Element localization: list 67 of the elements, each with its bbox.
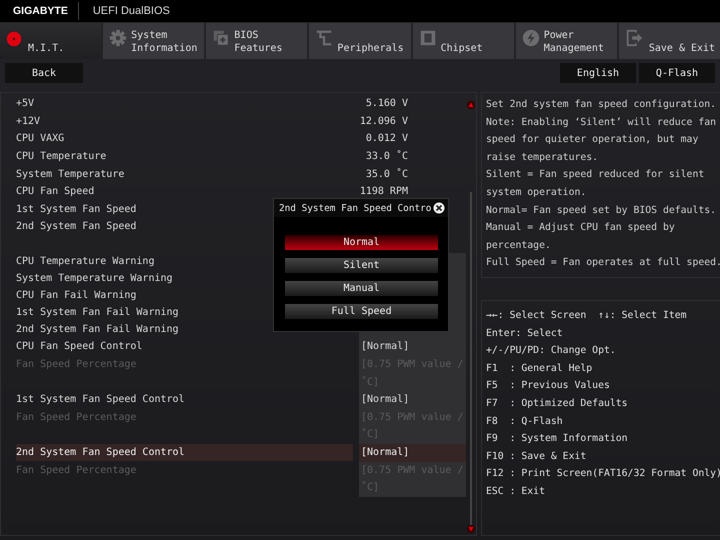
popup-title: 2nd System Fan Speed Contro <box>279 202 432 214</box>
option-button[interactable]: Manual <box>285 281 438 296</box>
setting-value[interactable]: [Normal] <box>359 338 466 356</box>
chip-icon <box>418 29 437 47</box>
toolbar-button[interactable]: Q-Flash <box>639 63 715 83</box>
sensor-label: 1st System Fan Speed <box>16 202 136 217</box>
exit-icon <box>624 29 643 47</box>
setting-label[interactable]: 1st System Fan Speed Control <box>16 391 353 408</box>
key-hint: F5 : Previous Values <box>486 379 611 394</box>
key-hint: F1 : General Help <box>486 362 594 376</box>
key-hint: →←: Select Screen ↑↓: Select Item <box>486 309 688 323</box>
setting-label[interactable]: 2nd System Fan Speed Control <box>16 444 353 461</box>
help-text: Full Speed = Fan operates at full speed. <box>486 256 720 270</box>
setting-label[interactable]: CPU Fan Speed Control <box>16 338 353 356</box>
setting-label: Fan Speed Percentage <box>16 410 138 425</box>
option-button[interactable]: Normal <box>285 235 438 250</box>
help-text: Note: Enabling ‘Silent’ will reduce fan speed for quieter operation, but may raise temperatures. <box>486 116 718 165</box>
scroll-up-icon[interactable] <box>467 101 475 109</box>
sensor-label: CPU Fan Speed <box>16 185 94 200</box>
setting-label: Fan Speed Percentage <box>16 464 138 478</box>
back-button[interactable]: Back <box>5 63 83 83</box>
key-hint: F9 : System Information <box>486 432 629 446</box>
sensor-reading: 0.012 V <box>366 133 408 144</box>
sensor-reading: 35.0 ˚C <box>366 168 408 180</box>
sensor-label: System Temperature <box>16 168 124 182</box>
sensor-reading: 1198 RPM <box>360 186 408 198</box>
gear-icon <box>109 29 128 47</box>
key-hint: ESC : Exit <box>486 484 546 499</box>
setting-value[interactable]: [Normal] <box>359 444 466 462</box>
help-text: Manual = Adjust CPU fan speed by percentage. <box>486 221 676 253</box>
menu-tab[interactable]: Save & Exit <box>618 23 720 59</box>
sensor-label: +5V <box>16 97 34 112</box>
menu-tab[interactable]: BIOS Features <box>206 23 308 59</box>
sensor-label: CPU VAXG <box>16 132 64 146</box>
sensor-label: +12V <box>16 114 40 129</box>
help-text: Set 2nd system fan speed configuration. <box>486 98 718 112</box>
sensor-reading: 33.0 ˚C <box>366 151 408 162</box>
key-hint: Enter: Select <box>486 326 564 341</box>
option-button[interactable]: Full Speed <box>285 304 438 319</box>
chip-board-icon <box>212 29 230 47</box>
key-hint: F7 : Optimized Defaults <box>486 396 629 411</box>
scroll-down-icon[interactable] <box>467 525 475 533</box>
key-hint: +/-/PU/PD: Change Opt. <box>486 344 617 358</box>
lightning-icon <box>522 29 540 47</box>
help-text: Silent = Fan speed reduced for silent system operation. <box>486 168 706 200</box>
setting-value[interactable]: [Normal] <box>359 391 466 409</box>
key-hint: F12 : Print Screen(FAT16/32 Format Only) <box>486 467 720 482</box>
menu-tab[interactable]: System Information <box>103 23 204 59</box>
menu-tab[interactable]: M.I.T. <box>0 23 102 59</box>
menu-tab[interactable]: Peripherals <box>309 23 411 59</box>
menu-tab[interactable]: Chipset <box>412 23 514 59</box>
sensor-reading: 5.160 V <box>366 98 408 110</box>
app-title: UEFI DualBIOS <box>92 5 170 17</box>
target-icon <box>6 31 22 47</box>
setting-label: Fan Speed Percentage <box>16 358 138 372</box>
connector-icon <box>315 29 334 47</box>
key-hint: F10 : Save & Exit <box>486 450 588 464</box>
option-button[interactable]: Silent <box>285 258 438 273</box>
close-icon[interactable] <box>433 202 446 214</box>
sensor-label: 2nd System Fan Speed <box>16 220 136 234</box>
key-hint: F8 : Q-Flash <box>486 414 564 429</box>
sensor-label: CPU Temperature <box>16 150 106 164</box>
help-text: Normal= Fan speed set by BIOS defaults. <box>486 204 718 218</box>
brand-logo: GIGABYTE <box>13 5 68 17</box>
sensor-reading: 12.096 V <box>360 116 408 127</box>
toolbar-button[interactable]: English <box>560 63 636 83</box>
menu-tab[interactable]: Power Management <box>516 23 617 59</box>
